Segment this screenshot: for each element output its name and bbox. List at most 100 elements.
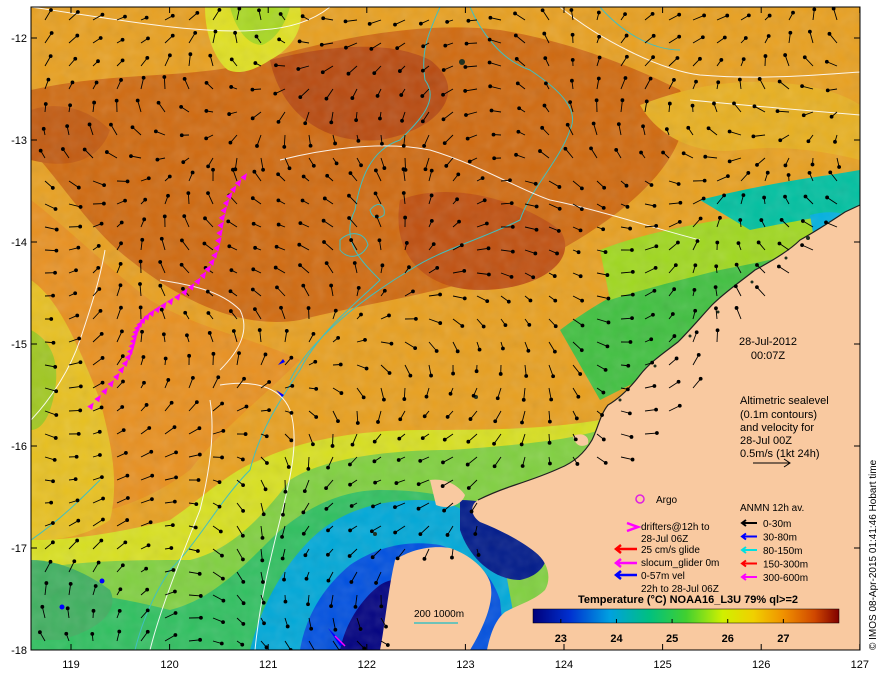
velocity-arrowhead [300,198,305,203]
velocity-arrowhead [314,386,319,391]
velocity-arrowhead [290,384,295,388]
velocity-arrowhead [491,132,496,137]
velocity-arrowhead [240,457,245,462]
velocity-arrowhead [726,174,730,179]
velocity-arrowhead [198,637,202,642]
velocity-arrowhead [568,100,573,105]
velocity-arrowhead [118,261,123,266]
velocity-arrowhead [547,419,552,424]
velocity-arrowhead [492,156,497,161]
velocity-arrowhead [422,556,427,561]
velocity-arrowhead [220,455,224,460]
velocity-arrowhead [46,77,51,82]
velocity-arrowhead [418,458,423,463]
velocity-arrowhead [746,171,751,175]
velocity-arrowhead [516,129,521,134]
velocity-arrowhead [418,532,423,537]
x-tick-label: 126 [752,659,770,671]
velocity-arrowhead [158,283,163,288]
velocity-arrowhead [547,440,552,445]
velocity-arrowhead [373,168,378,173]
velocity-arrowhead [119,241,123,246]
velocity-arrowhead [311,163,316,168]
velocity-arrowhead [812,7,817,12]
velocity-arrowhead [119,78,123,82]
velocity-arrowhead [141,355,146,359]
velocity-arrowhead [350,442,355,447]
velocity-arrowhead [220,401,225,406]
velocity-arrowhead [486,272,491,277]
velocity-arrowhead [651,55,655,60]
velocity-arrowhead [701,196,706,201]
velocity-arrowhead [616,122,621,127]
velocity-arrowhead [49,8,53,12]
velocity-arrowhead [231,167,235,172]
velocity-arrowhead [380,141,384,146]
velocity-arrowhead [358,627,363,631]
velocity-arrowhead [420,94,425,98]
velocity-arrowhead [570,32,575,37]
velocity-arrowhead [450,555,454,560]
velocity-arrowhead [237,351,241,356]
velocity-arrowhead [348,171,353,175]
velocity-arrowhead [286,465,291,469]
velocity-arrowhead [301,510,306,515]
velocity-arrowhead [161,332,166,337]
velocity-arrowhead [183,310,188,315]
velocity-arrowhead [283,489,288,494]
velocity-arrowhead [169,546,174,550]
velocity-arrowhead [329,283,334,288]
velocity-arrowhead [250,196,255,201]
velocity-arrowhead [276,222,281,227]
velocity-arrowhead [719,58,724,62]
velocity-arrowhead [267,408,271,413]
velocity-arrowhead [51,521,55,525]
velocity-arrowhead [703,154,708,159]
velocity-arrowhead [241,601,246,606]
velocity-arrowhead [440,484,445,488]
velocity-arrowhead [548,461,552,466]
y-tick-label: -16 [11,441,27,453]
velocity-arrowhead [205,289,210,294]
velocity-arrowhead [401,167,406,172]
velocity-arrowhead [276,198,281,203]
velocity-arrowhead [237,7,242,11]
velocity-arrowhead [694,79,698,84]
velocity-arrowhead [526,348,531,353]
velocity-arrowhead [752,104,757,109]
velocity-arrowhead [193,30,198,35]
velocity-arrowhead [114,98,119,103]
velocity-arrowhead [181,160,186,165]
velocity-arrowhead [261,600,266,605]
velocity-arrowhead [506,299,511,304]
velocity-arrowhead [549,397,554,402]
velocity-arrowhead [339,391,344,395]
velocity-arrowhead [715,328,720,333]
velocity-arrowhead [148,520,153,525]
velocity-arrowhead [162,214,167,219]
velocity-arrowhead [648,76,653,81]
velocity-arrowhead [824,220,828,225]
velocity-arrowhead [712,101,716,106]
velocity-arrowhead [563,146,568,151]
velocity-arrowhead [603,461,608,465]
velocity-arrowhead [229,85,234,89]
velocity-arrowhead [322,196,327,201]
velocity-arrowhead [786,173,791,177]
velocity-arrowhead [263,352,268,357]
velocity-arrowhead [722,35,727,40]
velocity-arrowhead [159,236,164,241]
velocity-arrowhead [396,458,401,462]
velocity-arrowhead [359,163,363,168]
velocity-arrowhead [275,285,279,290]
velocity-arrowhead [260,558,265,563]
velocity-arrowhead [267,380,272,384]
velocity-arrowhead [255,144,259,148]
velocity-arrowhead [119,220,124,225]
velocity-arrowhead [77,336,82,341]
velocity-arrowhead [652,384,657,388]
velocity-arrowhead [569,8,574,12]
velocity-arrowhead [143,197,148,202]
velocity-arrowhead [414,316,418,321]
altimetry-line: 0.5m/s (1kt 24h) [740,448,819,460]
